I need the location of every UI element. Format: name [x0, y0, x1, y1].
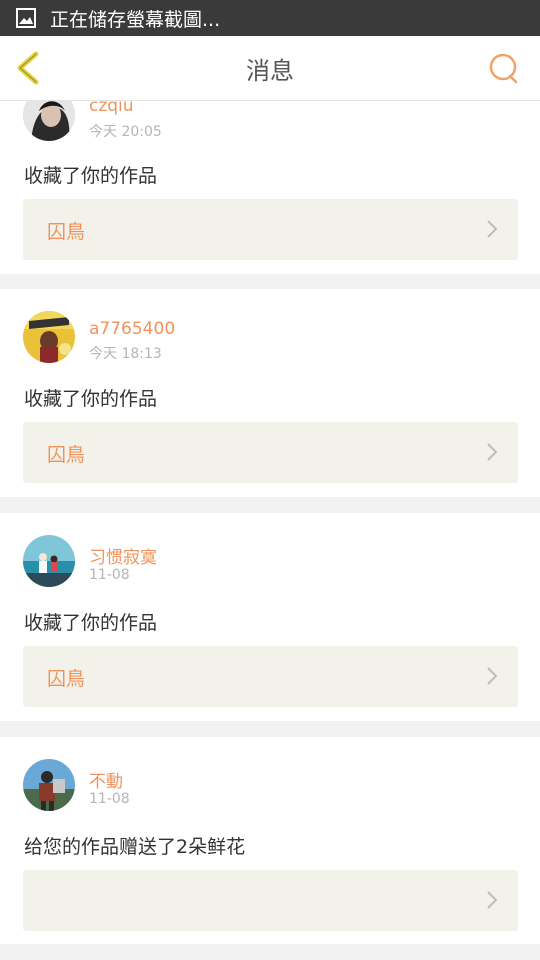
chevron-right-icon — [487, 667, 498, 685]
work-title: 囚鳥 — [47, 221, 86, 243]
notification-card: a7765400 今天 18:13 收藏了你的作品 囚鳥 — [0, 289, 540, 497]
message-text: 给您的作品赠送了2朵鲜花 — [24, 836, 246, 858]
app-bar: 消息 — [0, 36, 540, 101]
status-notification-text: 正在储存螢幕截圖... — [50, 8, 221, 31]
message-text: 收藏了你的作品 — [24, 165, 158, 187]
timestamp: 今天 18:13 — [89, 346, 162, 362]
timestamp: 11-08 — [89, 567, 130, 583]
chevron-right-icon — [487, 443, 498, 461]
notification-card: 不動 11-08 给您的作品赠送了2朵鲜花 — [0, 737, 540, 944]
avatar-image — [23, 311, 75, 363]
message-text: 收藏了你的作品 — [24, 388, 158, 410]
username[interactable]: 不動 — [89, 767, 123, 792]
username[interactable]: 习惯寂寞 — [89, 543, 157, 568]
avatar[interactable] — [23, 759, 75, 811]
avatar[interactable] — [23, 101, 75, 141]
avatar[interactable] — [23, 535, 75, 587]
avatar-image — [23, 759, 75, 811]
work-link[interactable]: 囚鳥 — [23, 646, 518, 707]
avatar[interactable] — [23, 311, 75, 363]
work-link[interactable]: 囚鳥 — [23, 199, 518, 260]
search-icon[interactable] — [488, 52, 520, 84]
chevron-right-icon — [487, 220, 498, 238]
work-link[interactable] — [23, 870, 518, 931]
notification-card: czqiu 今天 20:05 收藏了你的作品 囚鳥 — [0, 101, 540, 274]
username[interactable]: a7765400 — [89, 319, 175, 339]
timestamp: 今天 20:05 — [89, 124, 162, 140]
page-title: 消息 — [246, 56, 294, 85]
work-title: 囚鳥 — [47, 668, 86, 690]
chevron-right-icon — [487, 891, 498, 909]
avatar-image — [23, 101, 75, 141]
screenshot-icon — [16, 8, 36, 28]
back-arrow-icon[interactable] — [12, 50, 44, 86]
notification-card: 习惯寂寞 11-08 收藏了你的作品 囚鳥 — [0, 513, 540, 721]
status-bar: 正在储存螢幕截圖... — [0, 0, 540, 36]
avatar-image — [23, 535, 75, 587]
work-link[interactable]: 囚鳥 — [23, 422, 518, 483]
notification-feed[interactable]: czqiu 今天 20:05 收藏了你的作品 囚鳥 a7765400 今天 18… — [0, 101, 540, 960]
work-title: 囚鳥 — [47, 444, 86, 466]
message-text: 收藏了你的作品 — [24, 612, 158, 634]
username[interactable]: czqiu — [89, 101, 134, 116]
timestamp: 11-08 — [89, 791, 130, 807]
